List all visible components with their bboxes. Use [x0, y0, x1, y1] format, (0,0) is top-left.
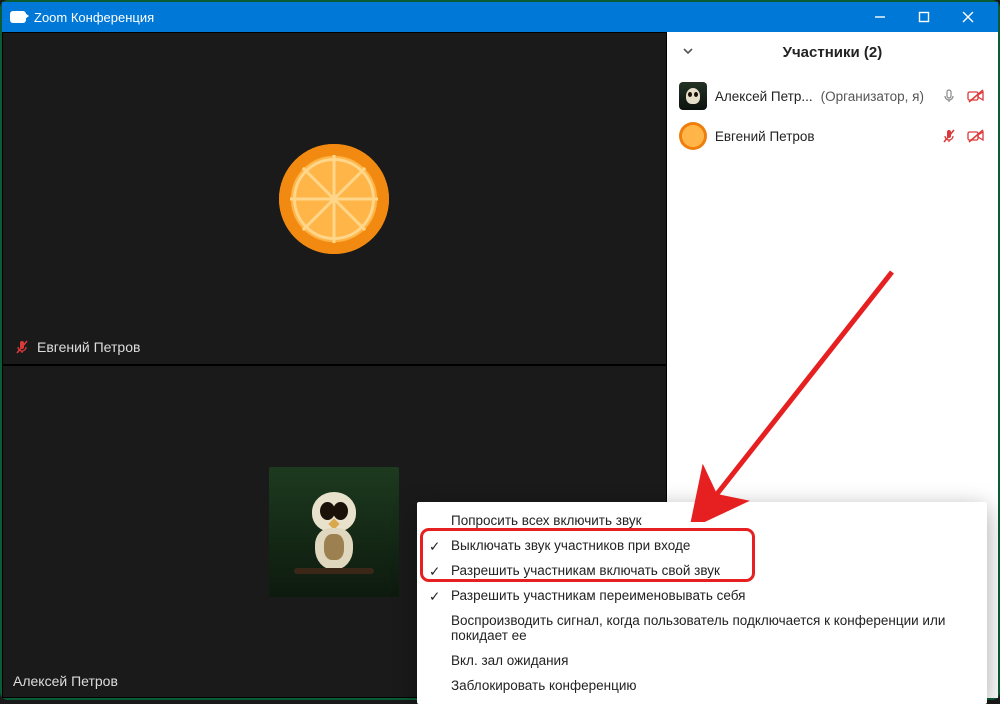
participants-more-menu: Попросить всех включить звук ✓ Выключать…	[417, 502, 987, 704]
tile-name: Алексей Петров	[13, 673, 118, 689]
menu-item-label: Попросить всех включить звук	[451, 513, 641, 528]
participant-row[interactable]: Алексей Петр... (Организатор, я)	[667, 76, 998, 116]
mic-muted-icon[interactable]	[940, 127, 958, 145]
menu-item-label: Воспроизводить сигнал, когда пользовател…	[451, 613, 967, 643]
mic-icon[interactable]	[940, 87, 958, 105]
zoom-logo-icon	[10, 11, 26, 23]
menu-item-ask-unmute[interactable]: Попросить всех включить звук	[417, 508, 987, 533]
tile-label: Евгений Петров	[13, 338, 140, 356]
menu-item-label: Заблокировать конференцию	[451, 678, 637, 693]
menu-item-allow-rename[interactable]: ✓ Разрешить участникам переименовывать с…	[417, 583, 987, 608]
menu-item-waiting-room[interactable]: Вкл. зал ожидания	[417, 648, 987, 673]
participants-title: Участники (2)	[783, 44, 883, 61]
avatar	[679, 82, 707, 110]
participant-name: Евгений Петров	[715, 129, 815, 144]
tile-label: Алексей Петров	[13, 673, 118, 689]
menu-item-label: Вкл. зал ожидания	[451, 653, 568, 668]
participant-name: Алексей Петр...	[715, 89, 813, 104]
check-icon: ✓	[429, 564, 440, 580]
window-title: Zoom Конференция	[34, 10, 154, 25]
close-button[interactable]	[946, 2, 990, 32]
participants-header: Участники (2)	[667, 32, 998, 72]
menu-item-lock-meeting[interactable]: Заблокировать конференцию	[417, 673, 987, 698]
collapse-panel-button[interactable]	[681, 44, 695, 62]
menu-item-label: Разрешить участникам включать свой звук	[451, 563, 720, 578]
menu-item-mute-on-entry[interactable]: ✓ Выключать звук участников при входе	[417, 533, 987, 558]
video-tile[interactable]: Евгений Петров	[2, 32, 667, 365]
participant-avatar-icon	[279, 144, 389, 254]
participants-list: Алексей Петр... (Организатор, я) Евгений…	[667, 72, 998, 160]
titlebar: Zoom Конференция	[2, 2, 998, 32]
check-icon: ✓	[429, 539, 440, 555]
camera-off-icon[interactable]	[966, 87, 986, 105]
menu-item-allow-unmute[interactable]: ✓ Разрешить участникам включать свой зву…	[417, 558, 987, 583]
mic-muted-icon	[13, 338, 31, 356]
menu-item-label: Разрешить участникам переименовывать себ…	[451, 588, 745, 603]
menu-item-play-sound[interactable]: Воспроизводить сигнал, когда пользовател…	[417, 608, 987, 648]
participant-row[interactable]: Евгений Петров	[667, 116, 998, 156]
camera-off-icon[interactable]	[966, 127, 986, 145]
participant-tag: (Организатор, я)	[821, 89, 924, 104]
maximize-button[interactable]	[902, 2, 946, 32]
participant-avatar-icon	[269, 467, 399, 597]
check-icon: ✓	[429, 589, 440, 605]
menu-item-label: Выключать звук участников при входе	[451, 538, 690, 553]
avatar	[679, 122, 707, 150]
minimize-button[interactable]	[858, 2, 902, 32]
tile-name: Евгений Петров	[37, 339, 140, 355]
